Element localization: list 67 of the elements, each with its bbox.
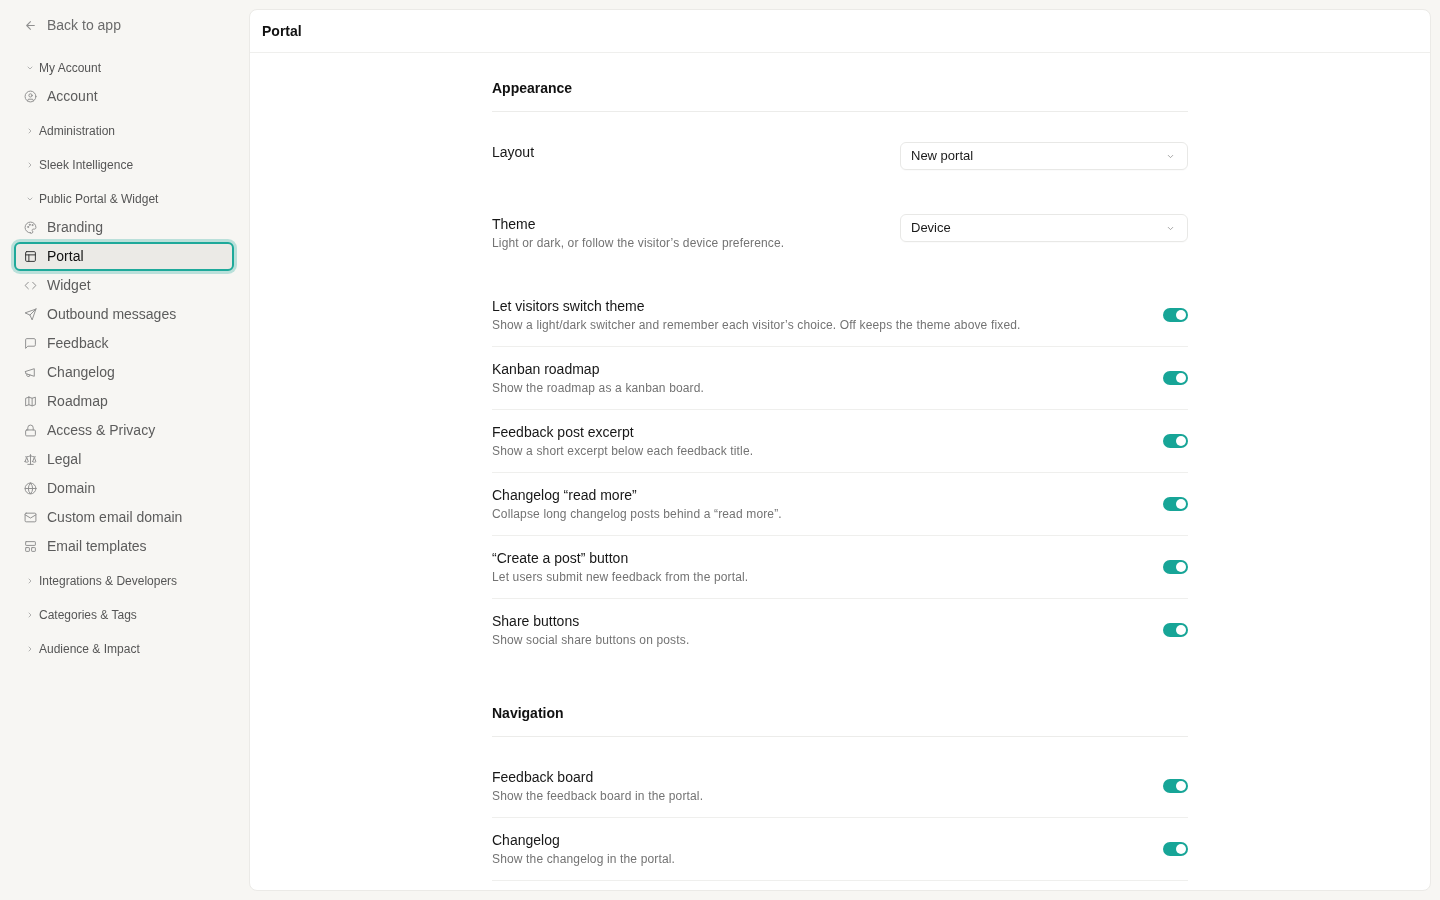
back-link[interactable]: Back to app bbox=[14, 11, 234, 40]
sidebar-group-header[interactable]: Audience & Impact bbox=[14, 634, 234, 663]
sidebar-item[interactable]: Changelog bbox=[14, 358, 234, 387]
sidebar-item[interactable]: Domain bbox=[14, 474, 234, 503]
megaphone-icon bbox=[24, 366, 37, 379]
sidebar-item[interactable]: Branding bbox=[14, 213, 234, 242]
setting-label: Kanban roadmap bbox=[492, 360, 601, 379]
sidebar-item[interactable]: Feedback bbox=[14, 329, 234, 358]
paper-plane-icon bbox=[24, 308, 37, 321]
toggle-switch[interactable] bbox=[1163, 497, 1188, 511]
toggle-switch[interactable] bbox=[1163, 779, 1188, 793]
scales-icon bbox=[24, 453, 37, 466]
sidebar-group-header[interactable]: Integrations & Developers bbox=[14, 566, 234, 595]
sidebar-item[interactable]: Roadmap bbox=[14, 387, 234, 416]
envelope-icon bbox=[24, 511, 37, 524]
sidebar-item[interactable]: Custom email domain bbox=[14, 503, 234, 532]
setting-description: Light or dark, or follow the visitor’s device preference. bbox=[492, 235, 785, 252]
setting-description: Show the changelog in the portal. bbox=[492, 851, 676, 868]
user-circle-icon bbox=[24, 90, 37, 103]
setting-label: Feedback post excerpt bbox=[492, 423, 635, 442]
setting-description: Show a short excerpt below each feedback title. bbox=[492, 443, 754, 460]
toggle-switch[interactable] bbox=[1163, 842, 1188, 856]
sidebar-group-header[interactable]: Public Portal & Widget bbox=[14, 184, 234, 213]
map-icon bbox=[24, 395, 37, 408]
toggle-switch[interactable] bbox=[1163, 623, 1188, 637]
sidebar-group-header[interactable]: My Account bbox=[14, 53, 234, 82]
setting-description: Show the feedback board in the portal. bbox=[492, 788, 704, 805]
sidebar-item[interactable]: Legal bbox=[14, 445, 234, 474]
sidebar-item[interactable]: Access & Privacy bbox=[14, 416, 234, 445]
toggle-switch[interactable] bbox=[1163, 371, 1188, 385]
sidebar-item[interactable]: Outbound messages bbox=[14, 300, 234, 329]
sidebar-group-header[interactable]: Sleek Intelligence bbox=[14, 150, 234, 179]
layout-panel-icon bbox=[24, 250, 37, 263]
palette-icon bbox=[24, 221, 37, 234]
section-title: Navigation bbox=[492, 704, 565, 723]
setting-description: Collapse long changelog posts behind a “read more”. bbox=[492, 506, 782, 523]
sidebar-group-header[interactable]: Administration bbox=[14, 116, 234, 145]
arrow-left-icon bbox=[24, 19, 37, 32]
sidebar-group-header[interactable]: Categories & Tags bbox=[14, 600, 234, 629]
section-title: Appearance bbox=[492, 79, 574, 98]
sidebar-item[interactable]: Account bbox=[14, 82, 234, 111]
setting-description: Let users submit new feedback from the portal. bbox=[492, 569, 749, 586]
setting-label: Changelog “read more” bbox=[492, 486, 638, 505]
dropdown[interactable]: New portal bbox=[900, 142, 1188, 170]
setting-label: “Create a post” button bbox=[492, 549, 630, 568]
code-brackets-icon bbox=[24, 279, 37, 292]
toggle-switch[interactable] bbox=[1163, 308, 1188, 322]
toggle-switch[interactable] bbox=[1163, 560, 1188, 574]
speech-bubble-icon bbox=[24, 337, 37, 350]
setting-description: Show the roadmap as a kanban board. bbox=[492, 380, 705, 397]
layout-blocks-icon bbox=[24, 540, 37, 553]
globe-icon bbox=[24, 482, 37, 495]
setting-description: Show a light/dark switcher and remember each visitor’s choice. Off keeps the theme above fixed. bbox=[492, 317, 1021, 334]
sidebar-item[interactable]: Portal bbox=[14, 242, 234, 271]
setting-description: Show social share buttons on posts. bbox=[492, 632, 690, 649]
setting-label: Theme bbox=[492, 215, 537, 234]
dropdown[interactable]: Device bbox=[900, 214, 1188, 242]
setting-label: Changelog bbox=[492, 831, 561, 850]
sidebar-item[interactable]: Widget bbox=[14, 271, 234, 300]
setting-label: Share buttons bbox=[492, 612, 581, 631]
setting-label: Let visitors switch theme bbox=[492, 297, 646, 316]
setting-label: Layout bbox=[492, 143, 535, 162]
sidebar-item[interactable]: Email templates bbox=[14, 532, 234, 561]
page-title: Portal bbox=[262, 21, 302, 41]
toggle-switch[interactable] bbox=[1163, 434, 1188, 448]
lock-icon bbox=[24, 424, 37, 437]
setting-label: Feedback board bbox=[492, 768, 595, 787]
